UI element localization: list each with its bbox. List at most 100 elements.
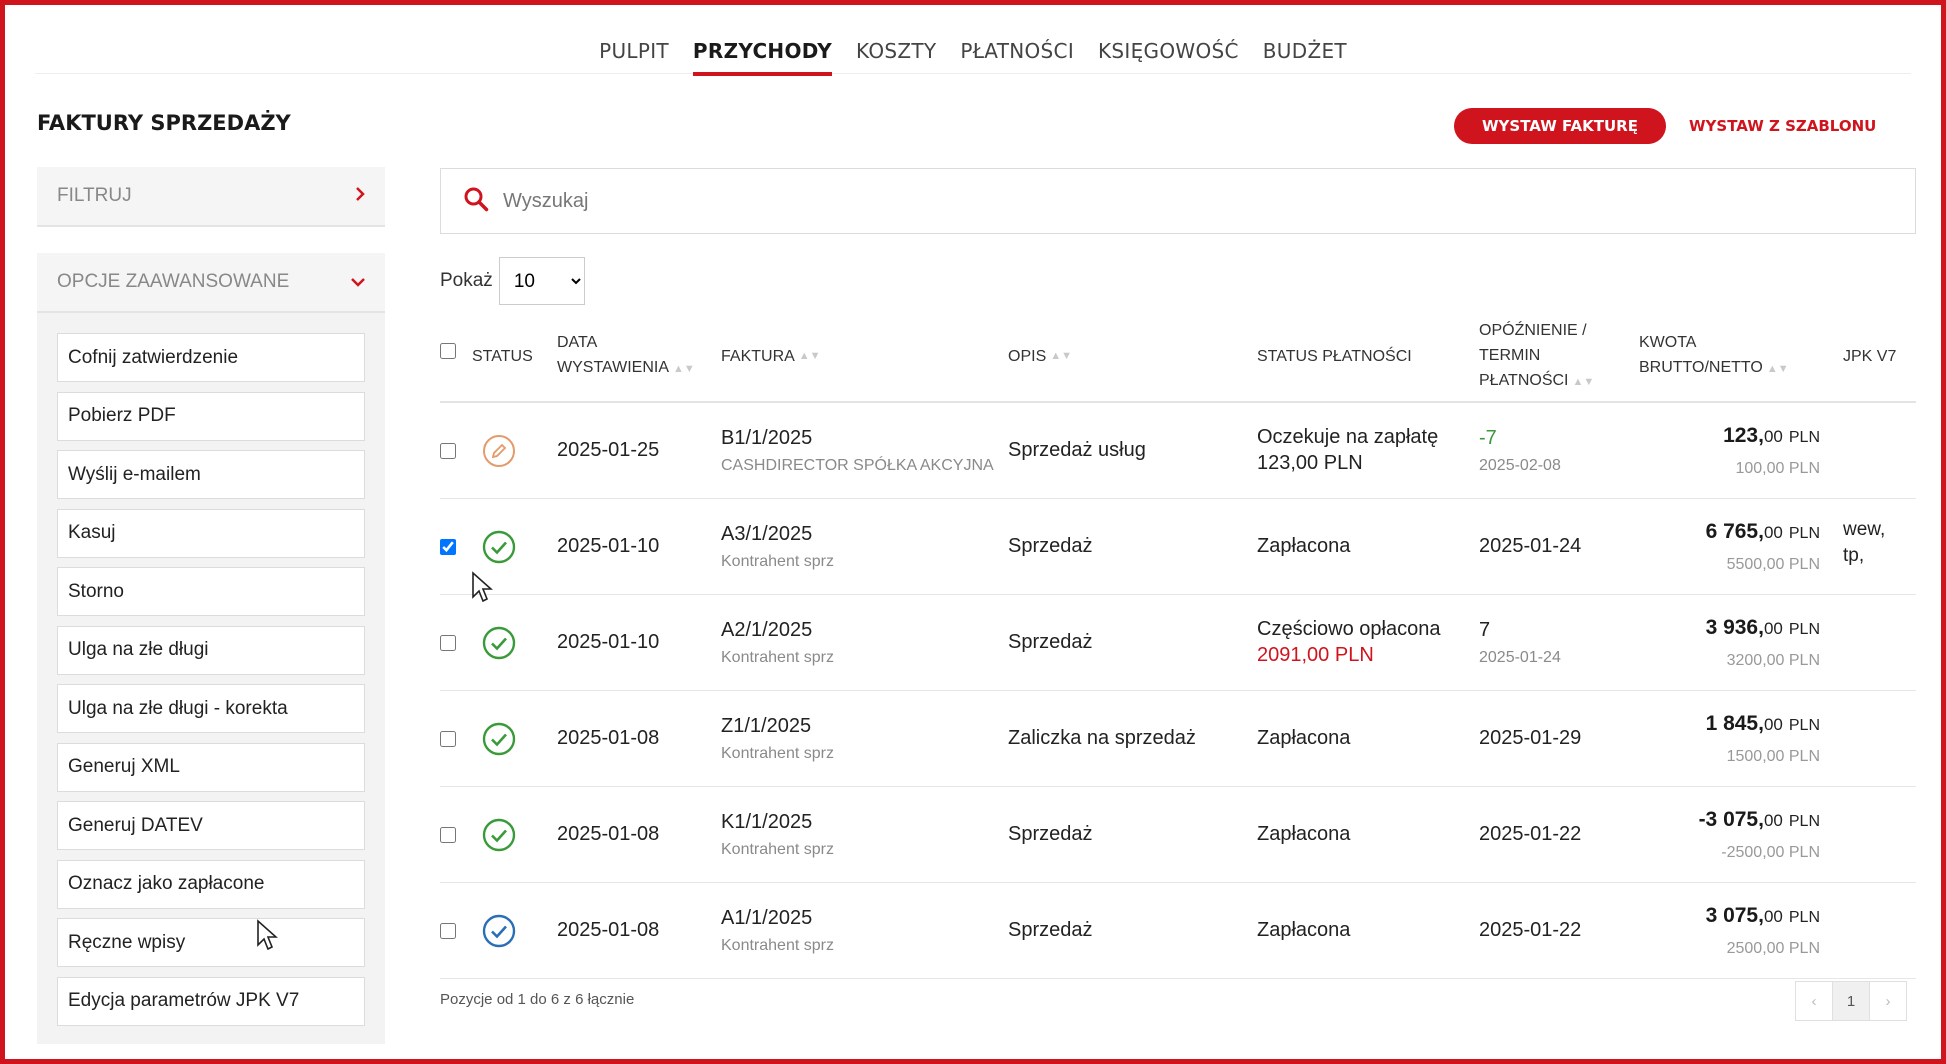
payment-amount: 123,00 PLN xyxy=(1257,452,1363,474)
nav-item-koszty[interactable]: KOSZTY xyxy=(856,27,936,72)
filter-label: FILTRUJ xyxy=(57,185,132,206)
header-amount[interactable]: KWOTA BRUTTO/NETTO ▲▼ xyxy=(1639,311,1789,401)
select-all-checkbox[interactable] xyxy=(440,343,456,359)
delay-or-due: 2025-01-22 xyxy=(1479,919,1582,941)
row-checkbox[interactable] xyxy=(440,826,456,843)
header-date[interactable]: DATA WYSTAWIENIA ▲▼ xyxy=(557,311,695,401)
nav-item-platnosci[interactable]: PŁATNOŚCI xyxy=(960,27,1074,72)
table-row[interactable]: 2025-01-08 Z1/1/2025 Kontrahent sprz Zalicz… xyxy=(440,691,1916,787)
issue-date: 2025-01-25 xyxy=(557,439,660,461)
nav-item-przychody[interactable]: PRZYCHODY xyxy=(692,27,832,76)
table-row[interactable]: 2025-01-10 A2/1/2025 Kontrahent sprz Sprzed… xyxy=(440,595,1916,691)
sort-icon: ▲▼ xyxy=(798,349,821,362)
invoice-number[interactable]: K1/1/2025 xyxy=(721,811,834,834)
jpk-codes: wew, tp, xyxy=(1843,519,1886,566)
delay-or-due: 2025-01-22 xyxy=(1479,823,1582,845)
nav-item-budzet[interactable]: BUDŻET xyxy=(1263,27,1347,72)
row-checkbox[interactable] xyxy=(440,730,456,747)
prev-page-button[interactable]: ‹ xyxy=(1795,981,1833,1021)
gross-amount: 6 765,00 PLN xyxy=(1706,520,1820,544)
issue-date: 2025-01-08 xyxy=(557,919,660,941)
header-status: STATUS xyxy=(472,347,533,365)
page-size-label: Pokaż xyxy=(440,270,493,291)
payment-status: Zapłacona xyxy=(1257,823,1351,845)
net-amount: -2500,00 PLN xyxy=(1721,843,1820,861)
header-payment-status: STATUS PŁATNOŚCI xyxy=(1257,347,1412,365)
page-button[interactable]: 1 xyxy=(1832,981,1870,1021)
page-size-select[interactable]: 10 xyxy=(498,257,585,305)
action-cofnij-zatwierdzenie[interactable]: Cofnij zatwierdzenie xyxy=(57,333,365,382)
gross-amount-decimal: 00 xyxy=(1763,714,1783,734)
search-icon xyxy=(463,186,489,217)
pagination: ‹ 1 › xyxy=(1795,981,1907,1021)
invoice-number[interactable]: A1/1/2025 xyxy=(721,907,834,930)
row-checkbox[interactable] xyxy=(440,442,456,459)
chevron-down-icon xyxy=(351,272,365,292)
gross-amount-currency: PLN xyxy=(1788,812,1820,830)
sort-icon: ▲▼ xyxy=(1766,363,1789,375)
table-body: 2025-01-25 B1/1/2025 CASHDIRECTOR SPÓŁKA A… xyxy=(440,403,1916,979)
header-date-line2: WYSTAWIENIA xyxy=(557,359,669,376)
action-ulga-zle-dlugi-korekta[interactable]: Ulga na złe długi - korekta xyxy=(57,684,365,733)
payment-status: Zapłacona xyxy=(1257,535,1351,557)
header-jpk: JPK V7 xyxy=(1843,347,1897,365)
invoice-number[interactable]: A2/1/2025 xyxy=(721,619,834,642)
next-page-button[interactable]: › xyxy=(1869,981,1907,1021)
action-reczne-wpisy[interactable]: Ręczne wpisy xyxy=(57,918,365,967)
sort-icon: ▲▼ xyxy=(1050,349,1073,362)
action-ulga-zle-dlugi[interactable]: Ulga na złe długi xyxy=(57,625,365,675)
sort-icon: ▲▼ xyxy=(1572,375,1595,388)
table-row[interactable]: 2025-01-08 K1/1/2025 Kontrahent sprz Sprzed… xyxy=(440,787,1916,883)
header-amount-line1: KWOTA xyxy=(1639,334,1697,351)
header-description[interactable]: OPIS ▲▼ xyxy=(1008,311,1072,401)
row-checkbox[interactable] xyxy=(440,538,456,555)
invoice-description: Sprzedaż xyxy=(1008,919,1093,941)
search-input[interactable] xyxy=(501,188,1105,214)
invoice-number[interactable]: B1/1/2025 xyxy=(721,427,994,450)
action-generuj-xml[interactable]: Generuj XML xyxy=(57,742,365,792)
gross-amount-integer: 1 845, xyxy=(1705,711,1764,735)
gross-amount-integer: 3 075, xyxy=(1705,903,1764,927)
sidebar: FILTRUJ OPCJE ZAAWANSOWANE Cofnij zatwie… xyxy=(37,167,385,1044)
action-oznacz-zaplacone[interactable]: Oznacz jako zapłacone xyxy=(57,859,365,909)
action-wyslij-email[interactable]: Wyślij e-mailem xyxy=(57,450,365,499)
client-name: Kontrahent sprz xyxy=(721,552,834,570)
invoice-description: Zaliczka na sprzedaż xyxy=(1008,727,1196,749)
gross-amount-decimal: 00 xyxy=(1763,426,1783,446)
advanced-actions-list: Cofnij zatwierdzenie Pobierz PDF Wyślij … xyxy=(37,313,385,1044)
header-invoice[interactable]: FAKTURA ▲▼ xyxy=(721,311,821,401)
main-nav: PULPIT PRZYCHODY KOSZTY PŁATNOŚCI KSIĘGO… xyxy=(35,27,1911,76)
issue-invoice-button[interactable]: WYSTAW FAKTURĘ xyxy=(1454,108,1666,144)
invoice-number[interactable]: A3/1/2025 xyxy=(721,523,834,546)
page-title: FAKTURY SPRZEDAŻY xyxy=(37,111,291,135)
delay-or-due: 2025-01-29 xyxy=(1479,727,1582,749)
action-kasuj[interactable]: Kasuj xyxy=(57,508,365,558)
action-generuj-datev[interactable]: Generuj DATEV xyxy=(57,801,365,850)
gross-amount-currency: PLN xyxy=(1788,620,1820,638)
table-row[interactable]: 2025-01-25 B1/1/2025 CASHDIRECTOR SPÓŁKA A… xyxy=(440,403,1916,499)
client-name: Kontrahent sprz xyxy=(721,744,834,762)
table-row[interactable]: 2025-01-10 A3/1/2025 Kontrahent sprz Sprzed… xyxy=(440,499,1916,595)
action-pobierz-pdf[interactable]: Pobierz PDF xyxy=(57,391,365,441)
row-checkbox[interactable] xyxy=(440,634,456,651)
delay-or-due: -7 xyxy=(1479,426,1497,449)
filter-panel-toggle[interactable]: FILTRUJ xyxy=(37,167,385,227)
nav-item-pulpit[interactable]: PULPIT xyxy=(599,27,669,72)
advanced-options-toggle[interactable]: OPCJE ZAAWANSOWANE xyxy=(37,253,385,313)
gross-amount-decimal: 00 xyxy=(1763,522,1783,542)
gross-amount-integer: 6 765, xyxy=(1705,519,1764,543)
check-circle-green-icon xyxy=(482,530,516,564)
nav-item-ksiegowosc[interactable]: KSIĘGOWOŚĆ xyxy=(1098,27,1239,72)
row-checkbox[interactable] xyxy=(440,922,456,939)
gross-amount: 3 075,00 PLN xyxy=(1706,904,1820,928)
advanced-options-label: OPCJE ZAAWANSOWANE xyxy=(57,271,290,292)
check-circle-green-icon xyxy=(482,722,516,756)
gross-amount: -3 075,00 PLN xyxy=(1699,808,1820,832)
issue-from-template-button[interactable]: WYSTAW Z SZABLONU xyxy=(1689,108,1876,144)
invoice-number[interactable]: Z1/1/2025 xyxy=(721,715,834,738)
action-storno[interactable]: Storno xyxy=(57,567,365,616)
table-row[interactable]: 2025-01-08 A1/1/2025 Kontrahent sprz Sprzed… xyxy=(440,883,1916,979)
header-due[interactable]: OPÓŹNIENIE / TERMIN PŁATNOŚCI ▲▼ xyxy=(1479,311,1594,401)
action-edycja-jpk[interactable]: Edycja parametrów JPK V7 xyxy=(57,976,365,1026)
search-box xyxy=(440,168,1916,234)
